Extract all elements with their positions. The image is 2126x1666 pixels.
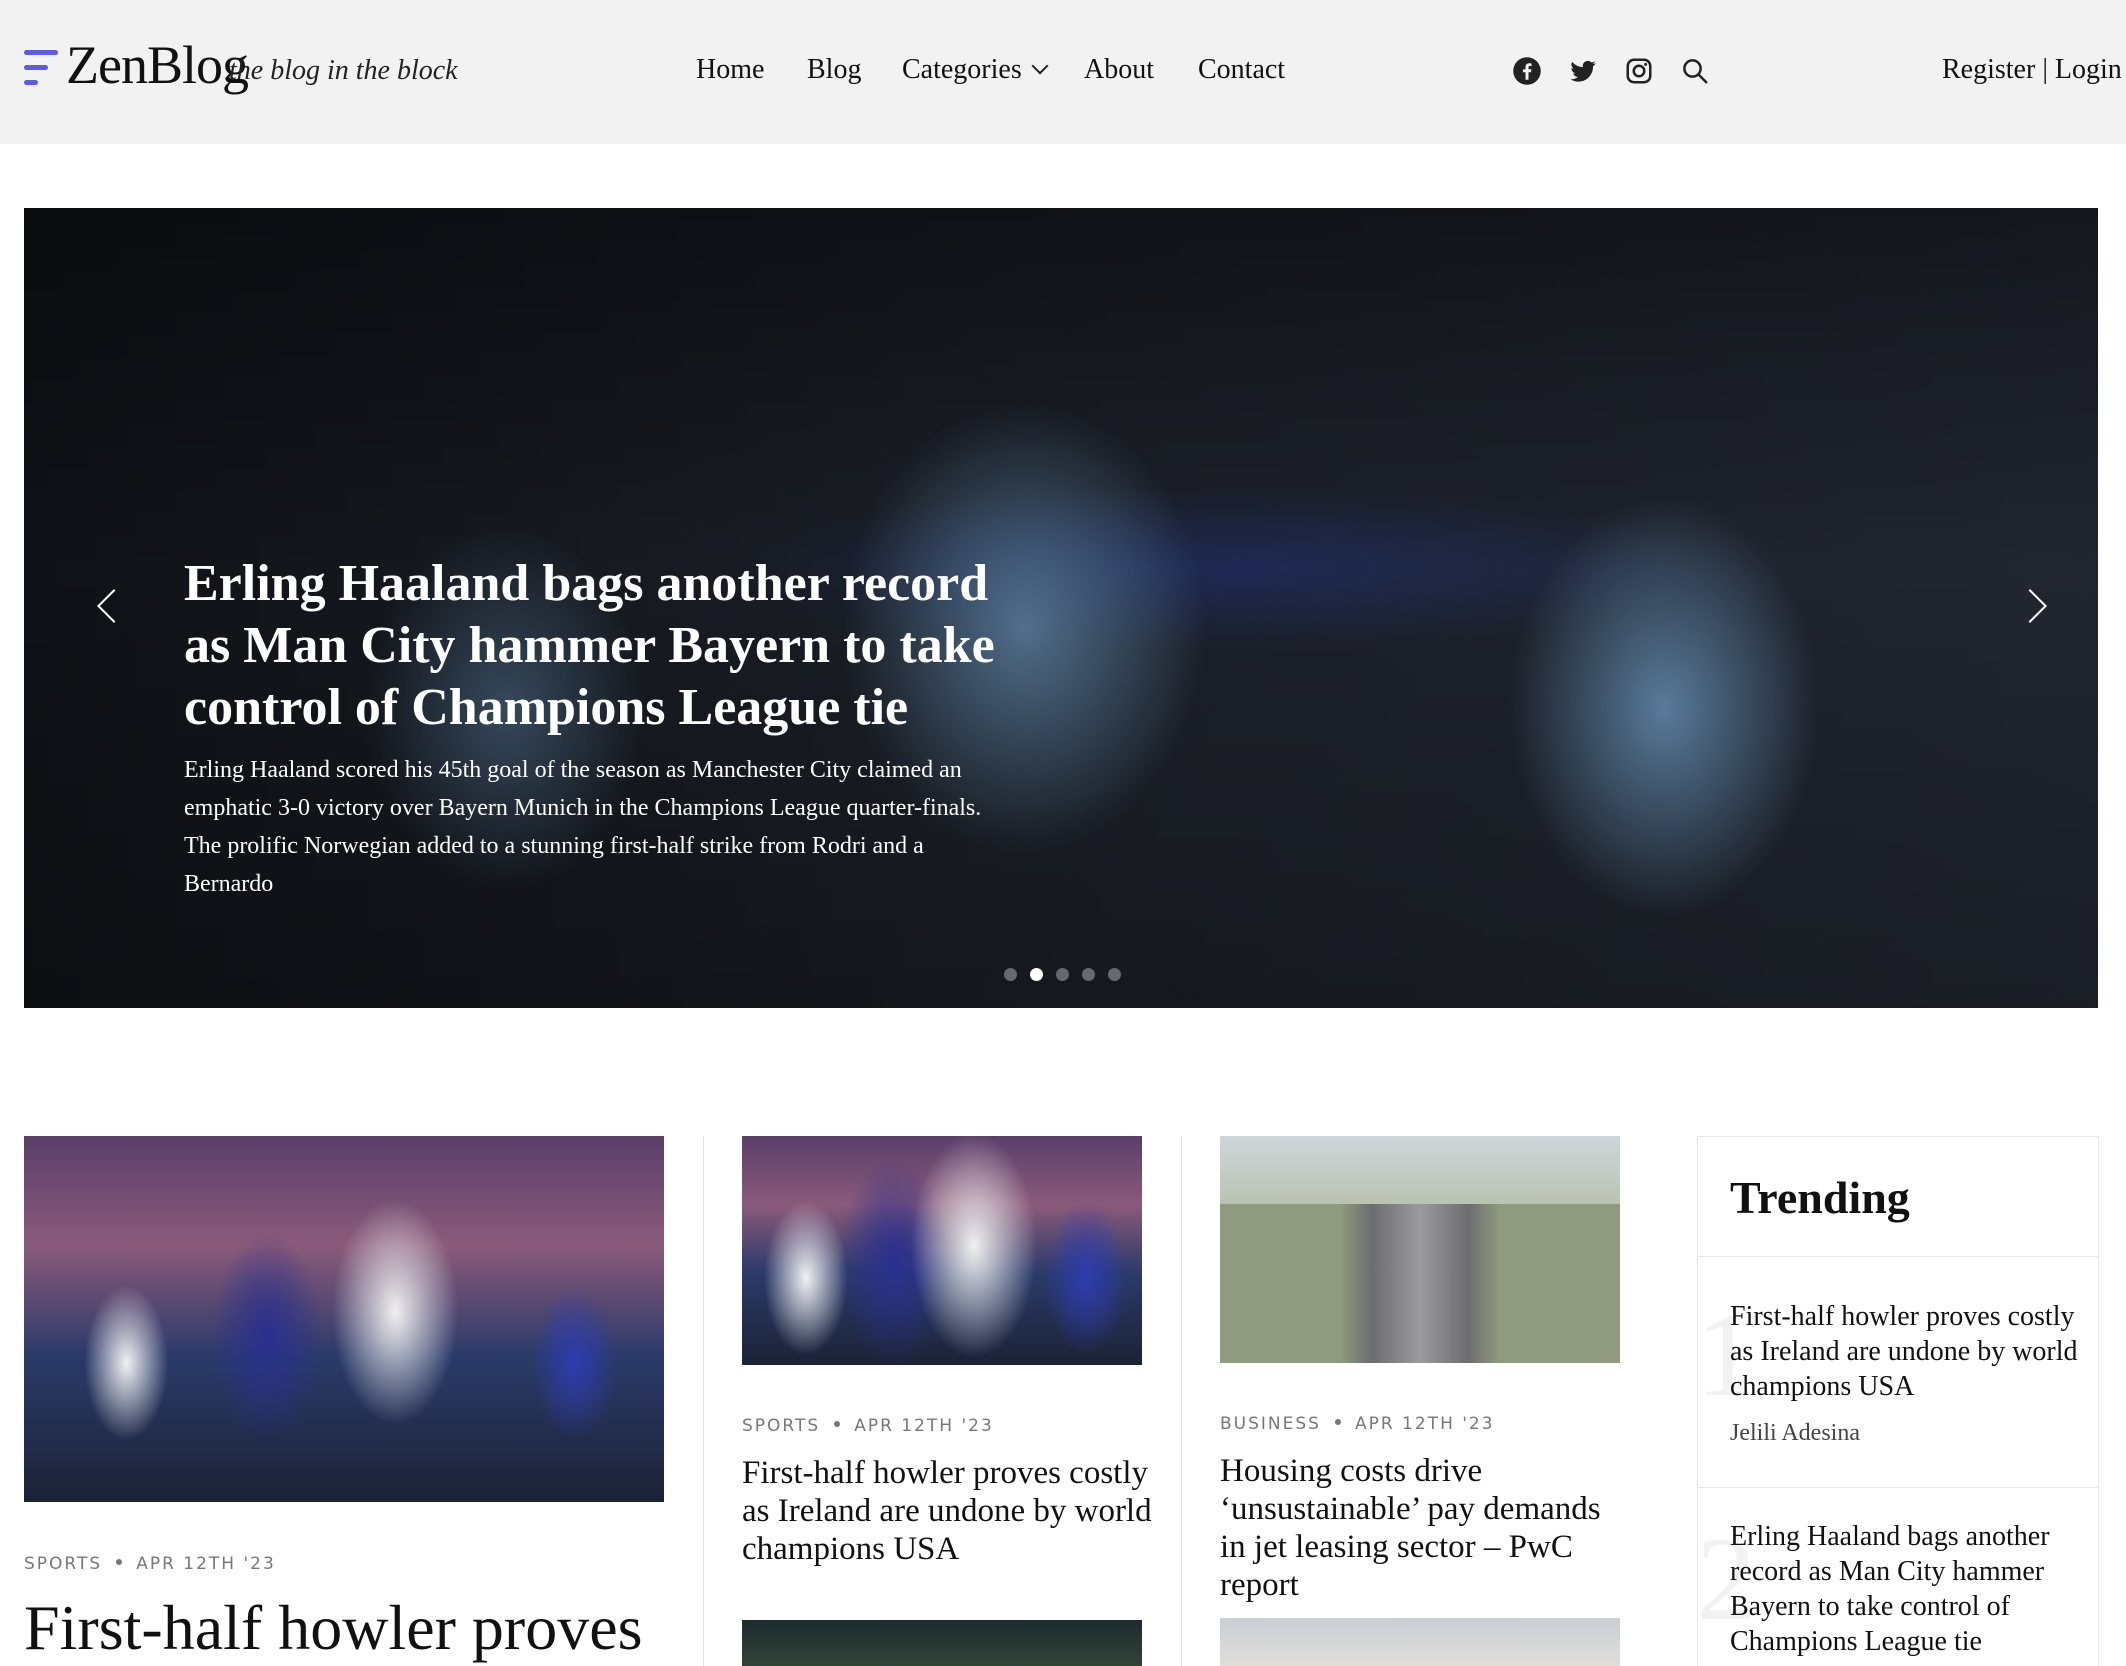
trending-item-title[interactable]: Erling Haaland bags another record as Ma…	[1730, 1519, 2080, 1659]
article-category[interactable]: BUSINESS	[1220, 1414, 1321, 1434]
hero-excerpt: Erling Haaland scored his 45th goal of t…	[184, 757, 982, 897]
chevron-down-icon	[1031, 57, 1049, 75]
hero-slider[interactable]: Erling Haaland bags another record as Ma…	[24, 208, 2098, 1008]
slider-dot[interactable]	[1082, 968, 1095, 981]
twitter-icon[interactable]	[1568, 56, 1598, 86]
column-divider	[1181, 1136, 1182, 1666]
register-link[interactable]: Register	[1942, 54, 2035, 85]
nav-blog[interactable]: Blog	[807, 54, 861, 86]
nav-home[interactable]: Home	[696, 54, 764, 86]
site-logo[interactable]: ZenBlog	[66, 34, 249, 96]
trending-divider	[1698, 1487, 2098, 1488]
site-header: ZenBlog the blog in the block Home Blog …	[0, 0, 2126, 144]
nav-about[interactable]: About	[1084, 54, 1154, 86]
article-category[interactable]: SPORTS	[24, 1554, 102, 1574]
trending-heading: Trending	[1730, 1172, 1910, 1223]
article-title[interactable]: First-half howler proves costly as Irela…	[742, 1454, 1152, 1568]
plane-sky	[1220, 1136, 1620, 1205]
site-tagline: the blog in the block	[229, 55, 458, 86]
article-date: APR 12TH '23	[136, 1554, 276, 1574]
trending-item-author: Jelili Adesina	[1730, 1420, 1860, 1446]
slider-dot[interactable]	[1108, 968, 1121, 981]
article-image[interactable]	[1220, 1136, 1620, 1363]
search-icon[interactable]	[1680, 56, 1710, 86]
slider-dot-active[interactable]	[1030, 968, 1043, 981]
featured-article-title[interactable]: First-half howler proves	[24, 1590, 643, 1666]
trending-item-title[interactable]: First-half howler proves costly as Irela…	[1730, 1299, 2080, 1404]
featured-article-image[interactable]	[24, 1136, 664, 1502]
slider-dot[interactable]	[1004, 968, 1017, 981]
trending-sidebar: Trending 1 First-half howler proves cost…	[1696, 1136, 2099, 1666]
article-title[interactable]: Housing costs drive ‘unsustainable’ pay …	[1220, 1452, 1630, 1604]
nav-categories[interactable]: Categories	[902, 54, 1049, 86]
article-date: APR 12TH '23	[1354, 1414, 1495, 1434]
trending-divider	[1698, 1256, 2098, 1257]
nav-categories-label: Categories	[902, 54, 1022, 85]
article-category[interactable]: SPORTS	[742, 1416, 820, 1436]
article-image[interactable]	[1220, 1618, 1620, 1666]
login-link[interactable]: Login	[2055, 54, 2122, 85]
column-divider	[703, 1136, 704, 1666]
auth-separator: |	[2042, 54, 2048, 85]
logo-icon[interactable]	[24, 50, 60, 94]
article-image[interactable]	[742, 1136, 1142, 1365]
hero-title[interactable]: Erling Haaland bags another record as Ma…	[184, 553, 1004, 739]
article-meta: BUSINESS APR 12TH '23	[1220, 1414, 1495, 1434]
slider-pagination	[1004, 968, 1144, 984]
featured-article-meta: SPORTS APR 12TH '23	[24, 1554, 276, 1574]
auth-links: Register | Login	[1942, 54, 2122, 86]
article-image[interactable]	[742, 1620, 1142, 1666]
article-meta: SPORTS APR 12TH '23	[742, 1416, 994, 1436]
article-date: APR 12TH '23	[854, 1416, 994, 1436]
slider-dot[interactable]	[1056, 968, 1069, 981]
instagram-icon[interactable]	[1624, 56, 1654, 86]
nav-contact[interactable]: Contact	[1198, 54, 1285, 86]
facebook-icon[interactable]	[1512, 56, 1542, 86]
